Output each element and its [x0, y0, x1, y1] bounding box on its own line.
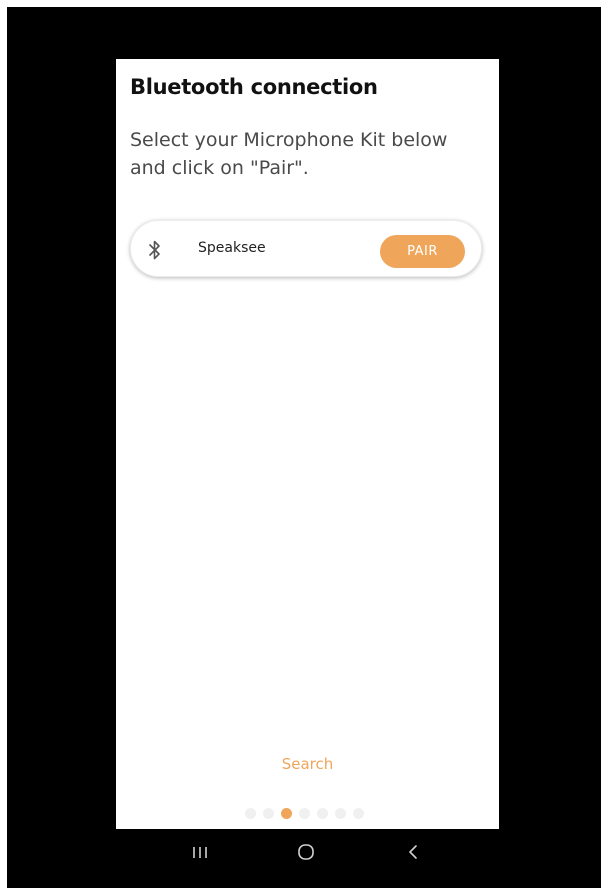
page-title: Bluetooth connection	[130, 75, 378, 99]
page-dot-active	[281, 808, 292, 819]
recents-icon[interactable]	[188, 841, 212, 863]
page-dot	[317, 808, 328, 819]
pair-button[interactable]: PAIR	[380, 235, 465, 268]
home-icon[interactable]	[294, 841, 318, 863]
page-dot	[299, 808, 310, 819]
instructions-text: Select your Microphone Kit below and cli…	[130, 129, 448, 179]
search-button[interactable]: Search	[116, 755, 499, 773]
page-dot	[263, 808, 274, 819]
system-nav-bar	[116, 829, 499, 874]
page-dot	[335, 808, 346, 819]
device-list-item[interactable]: Speaksee PAIR	[130, 220, 482, 277]
page-dot	[353, 808, 364, 819]
page-indicator	[245, 808, 364, 819]
bluetooth-icon	[149, 240, 160, 260]
device-name: Speaksee	[198, 240, 266, 256]
back-icon[interactable]	[402, 841, 426, 863]
app-screen: Bluetooth connection Select your Microph…	[116, 59, 499, 829]
page-dot	[245, 808, 256, 819]
